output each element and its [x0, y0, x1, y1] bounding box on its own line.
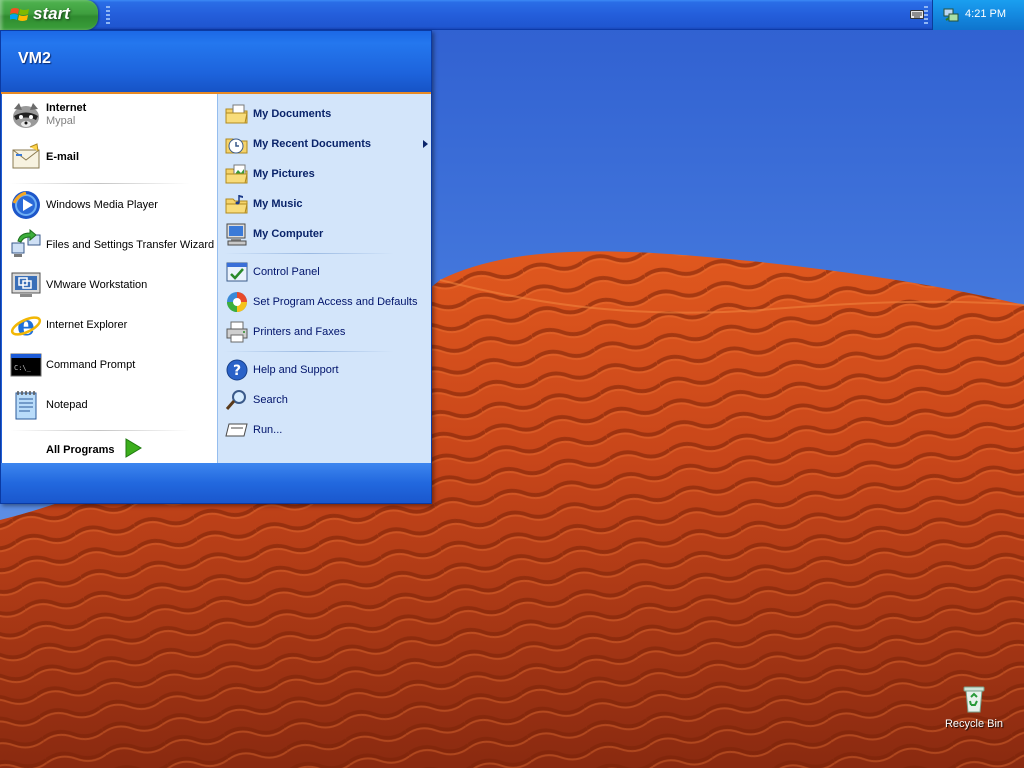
start-menu: VM2 Internet Mypal E-mail Windows Media … — [0, 30, 432, 504]
start-menu-footer — [1, 463, 431, 503]
setting-item-printers-faxes[interactable]: Printers and Faxes — [225, 320, 345, 344]
separator — [10, 430, 190, 431]
help-icon: ? — [225, 358, 249, 382]
setting-item-control-panel[interactable]: Control Panel — [225, 260, 320, 284]
vmware-icon — [10, 269, 42, 301]
media-player-icon — [10, 189, 42, 221]
program-label: Internet Explorer — [46, 318, 128, 331]
start-menu-header: VM2 — [1, 31, 431, 94]
tool-item-search[interactable]: Search — [225, 388, 288, 412]
program-label: VMware Workstation — [46, 278, 148, 291]
program-label: Command Prompt — [46, 358, 136, 371]
place-item-my-recent-documents[interactable]: My Recent Documents — [225, 132, 428, 156]
search-icon — [225, 388, 249, 412]
system-tray: 4:21 PM — [932, 0, 1024, 30]
pinned-item-sublabel: Mypal — [46, 115, 76, 127]
program-item-command-prompt[interactable]: C:\_ Command Prompt — [10, 349, 135, 381]
setting-item-program-access[interactable]: Set Program Access and Defaults — [225, 290, 417, 314]
program-defaults-icon — [225, 290, 249, 314]
command-prompt-icon: C:\_ — [10, 349, 42, 381]
raccoon-browser-icon — [10, 99, 42, 131]
desktop-icon-label: Recycle Bin — [944, 718, 1004, 730]
internet-explorer-icon: e — [10, 309, 42, 342]
place-item-my-documents[interactable]: My Documents — [225, 102, 331, 126]
program-label: Files and Settings Transfer Wizard — [46, 238, 215, 251]
program-label: Windows Media Player — [46, 198, 158, 211]
tool-label: Search — [253, 393, 288, 406]
all-programs-label: All Programs — [46, 443, 115, 456]
place-label: My Documents — [253, 107, 332, 120]
computer-icon — [225, 222, 249, 246]
place-label: My Recent Documents — [253, 137, 371, 150]
program-item-transfer-wizard[interactable]: Files and Settings Transfer Wizard — [10, 228, 215, 261]
setting-label: Printers and Faxes — [253, 325, 346, 338]
keyboard-icon[interactable] — [910, 8, 924, 23]
place-item-my-computer[interactable]: My Computer — [225, 222, 323, 246]
folder-music-icon — [225, 192, 249, 216]
setting-label: Set Program Access and Defaults — [253, 295, 418, 308]
separator — [224, 351, 394, 352]
folder-pictures-icon — [225, 162, 249, 186]
program-label: Notepad — [46, 398, 88, 411]
tool-label: Help and Support — [253, 363, 339, 376]
pinned-item-label: Internet — [46, 102, 87, 114]
notepad-icon — [10, 389, 42, 421]
tool-item-help-support[interactable]: ? Help and Support — [225, 358, 339, 382]
run-icon — [225, 418, 249, 442]
start-menu-places-column: My Documents My Recent Documents My Pict… — [217, 94, 431, 463]
taskbar: start 4:21 PM — [0, 0, 1024, 30]
place-label: My Music — [253, 197, 303, 210]
windows-flag-icon — [9, 6, 30, 27]
printer-icon — [225, 320, 249, 344]
tool-item-run[interactable]: Run... — [225, 418, 282, 442]
folder-documents-icon — [225, 102, 249, 126]
program-item-vmware-workstation[interactable]: VMware Workstation — [10, 269, 147, 301]
program-item-notepad[interactable]: Notepad — [10, 389, 88, 421]
taskbar-grip-tray — [924, 6, 928, 24]
mail-icon — [10, 141, 42, 173]
start-menu-programs-column: Internet Mypal E-mail Windows Media Play… — [2, 94, 217, 463]
network-icon[interactable] — [943, 7, 959, 26]
place-label: My Computer — [253, 227, 324, 240]
place-item-my-pictures[interactable]: My Pictures — [225, 162, 315, 186]
user-name: VM2 — [18, 50, 51, 67]
clock[interactable]: 4:21 PM — [965, 8, 1006, 20]
tool-label: Run... — [253, 423, 283, 436]
pinned-item-label: E-mail — [46, 150, 80, 163]
desktop-icon-recycle-bin[interactable]: Recycle Bin — [937, 682, 1011, 730]
start-label: start — [33, 4, 70, 23]
taskbar-grip[interactable] — [106, 6, 110, 24]
svg-text:?: ? — [233, 363, 241, 379]
pinned-item-internet[interactable]: Internet Mypal — [10, 99, 86, 131]
setting-label: Control Panel — [253, 265, 320, 278]
program-item-windows-media-player[interactable]: Windows Media Player — [10, 189, 158, 221]
all-programs-button[interactable]: All Programs — [46, 438, 143, 461]
submenu-arrow-icon — [423, 139, 429, 151]
separator — [224, 253, 394, 254]
pinned-item-email[interactable]: E-mail — [10, 141, 79, 173]
svg-text:C:\_: C:\_ — [14, 364, 32, 372]
arrow-right-icon — [124, 438, 143, 461]
svg-text:e: e — [17, 309, 35, 341]
start-button[interactable]: start — [0, 0, 98, 30]
program-item-internet-explorer[interactable]: e Internet Explorer — [10, 309, 128, 342]
recent-documents-icon — [225, 132, 249, 156]
control-panel-icon — [225, 260, 249, 284]
transfer-wizard-icon — [10, 228, 42, 261]
recycle-bin-icon — [958, 682, 990, 714]
place-item-my-music[interactable]: My Music — [225, 192, 303, 216]
separator — [10, 183, 190, 184]
place-label: My Pictures — [253, 167, 315, 180]
